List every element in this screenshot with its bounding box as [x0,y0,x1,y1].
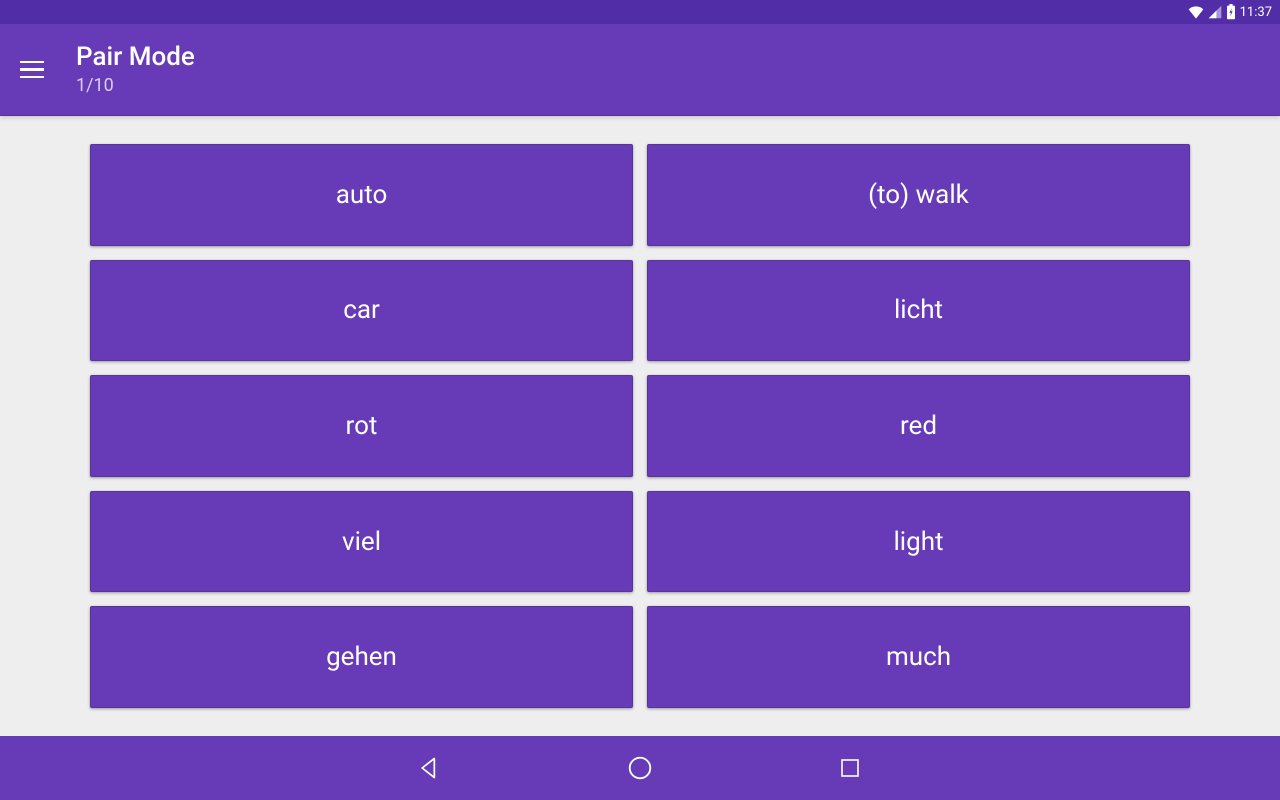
card-label: light [893,527,943,557]
card-right-4[interactable]: much [647,606,1190,708]
card-left-2[interactable]: rot [90,375,633,477]
page-title: Pair Mode [76,42,195,73]
card-grid: auto (to) walk car licht rot red viel li… [0,116,1280,736]
card-label: auto [336,180,388,210]
status-time: 11:37 [1240,5,1272,20]
card-right-3[interactable]: light [647,491,1190,593]
card-label: gehen [326,642,397,672]
card-label: (to) walk [868,180,969,210]
card-label: car [343,295,380,325]
home-button[interactable] [625,753,655,783]
card-label: rot [346,411,378,441]
cell-signal-icon [1208,5,1222,19]
app-bar: Pair Mode 1/10 [0,24,1280,116]
status-bar: 11:37 [0,0,1280,24]
card-label: licht [894,295,943,325]
app-bar-titles: Pair Mode 1/10 [76,42,195,97]
card-left-3[interactable]: viel [90,491,633,593]
card-label: much [886,642,951,672]
page-subtitle: 1/10 [76,75,195,97]
card-label: viel [342,527,381,557]
card-right-0[interactable]: (to) walk [647,144,1190,246]
wifi-icon [1188,5,1204,19]
card-right-2[interactable]: red [647,375,1190,477]
card-left-1[interactable]: car [90,260,633,362]
card-right-1[interactable]: licht [647,260,1190,362]
recent-apps-button[interactable] [835,753,865,783]
menu-icon[interactable] [20,56,48,84]
card-left-4[interactable]: gehen [90,606,633,708]
nav-bar [0,736,1280,800]
card-label: red [900,411,937,441]
battery-charging-icon [1226,4,1236,20]
back-button[interactable] [415,753,445,783]
card-left-0[interactable]: auto [90,144,633,246]
